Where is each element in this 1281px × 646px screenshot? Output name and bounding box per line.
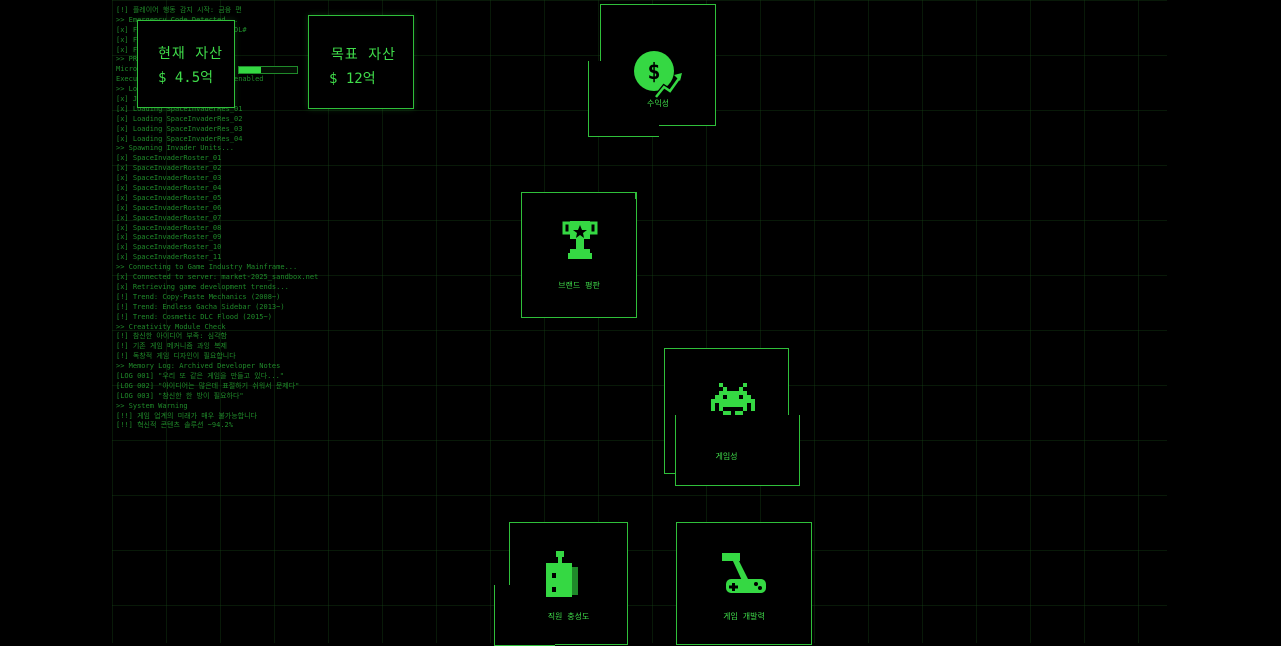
current-asset-value: $ 4.5억 (158, 70, 214, 86)
log-line: [x] SpaceInvaderRoster_05 (116, 193, 222, 202)
brand-reputation-card[interactable]: 브랜드 평판 (521, 192, 637, 318)
log-line: [LOG 002] "아이디어는 많은데 표절하기 쉬워서 문제다" (116, 381, 300, 390)
asset-progress-bar (238, 66, 298, 74)
log-line: [x] SpaceInvaderRoster_01 (116, 154, 222, 163)
log-line: [!] 기존 게임 메커니즘 과잉 복제 (116, 342, 227, 351)
log-line: [LOG 001] "우리 또 같은 게임을 만들고 있다..." (116, 371, 285, 380)
current-asset-panel: 현재 자산 $ 4.5억 (137, 20, 235, 108)
brand-card-title: 브랜드 평판 (558, 281, 600, 290)
log-line: [!] Trend: Cosmetic DLC Flood (2015~) (116, 312, 272, 321)
employee-loyalty-card[interactable]: 직원 충성도 (494, 522, 628, 646)
hammer-gamepad-icon (722, 553, 766, 593)
log-line: [x] Loading SpaceInvaderRes_02 (116, 114, 243, 123)
game-quality-card[interactable]: 게임성 (664, 348, 800, 486)
target-asset-value: $ 12억 (329, 71, 376, 87)
log-line: >> System Warning (116, 401, 188, 410)
log-line: [LOG 003] "참신한 한 방이 필요하다" (116, 391, 244, 400)
log-line: [!] Trend: Endless Gacha Sidebar (2013~) (116, 302, 285, 311)
log-line: [x] Retrieving game development trends..… (116, 282, 289, 291)
brand-card-tab (580, 192, 636, 199)
target-asset-panel: 목표 자산 $ 12억 (308, 15, 414, 109)
log-line: >> Spawning Invader Units... (116, 144, 235, 153)
log-line: [x] SpaceInvaderRoster_02 (116, 164, 222, 173)
space-invader-icon (711, 383, 755, 415)
target-asset-label: 목표 자산 (331, 47, 396, 63)
log-line: [!] 참신한 아이디어 부족: 심각함 (116, 332, 227, 341)
current-asset-label: 현재 자산 (158, 46, 223, 62)
game-card-title: 게임성 (715, 452, 738, 461)
log-line: [x] Connected to server: market-2025_san… (116, 273, 319, 282)
log-line: [x] SpaceInvaderRoster_10 (116, 243, 222, 252)
log-line: [x] SpaceInvaderRoster_09 (116, 233, 222, 242)
log-line: [x] SpaceInvaderRoster_04 (116, 184, 222, 193)
loyalty-card-title: 직원 충성도 (547, 612, 590, 621)
log-line: [x] Loading SpaceInvaderRes_03 (116, 124, 243, 133)
log-line: >> Memory Log: Archived Developer Notes (116, 362, 281, 371)
log-line: [!!] 게임 업계의 미래가 매우 불가능합니다 (116, 411, 257, 420)
game-dev-card[interactable]: 게임 개발력 (676, 522, 812, 645)
log-line: [!!] 혁신적 콘텐츠 솔루션 ~94.2% (116, 421, 233, 430)
log-line: [x] SpaceInvaderRoster_06 (116, 203, 222, 212)
revenue-card[interactable]: $ 수익성 (588, 4, 716, 137)
svg-text:$: $ (647, 60, 660, 85)
robot-box-icon (546, 551, 578, 597)
revenue-card-title: 수익성 (646, 99, 670, 108)
log-line: [x] SpaceInvaderRoster_11 (116, 253, 222, 262)
log-line: [!] 독창적 게임 디자인이 필요합니다 (116, 352, 236, 361)
trophy-icon (562, 221, 598, 259)
log-line: [x] SpaceInvaderRoster_03 (116, 174, 222, 183)
log-line: >> Connecting to Game Industry Mainframe… (116, 263, 298, 272)
log-line: [x] Loading SpaceInvaderRes_04 (116, 134, 243, 143)
log-line: [x] SpaceInvaderRoster_08 (116, 223, 222, 232)
log-line: >> Creativity Module Check (116, 322, 226, 331)
dev-card-title: 게임 개발력 (723, 612, 765, 621)
log-line: [x] SpaceInvaderRoster_07 (116, 213, 222, 222)
dollar-coin-chart-icon: $ (634, 51, 683, 99)
log-line: [!] Trend: Copy-Paste Mechanics (2008~) (116, 292, 281, 301)
asset-progress-fill (239, 67, 261, 73)
